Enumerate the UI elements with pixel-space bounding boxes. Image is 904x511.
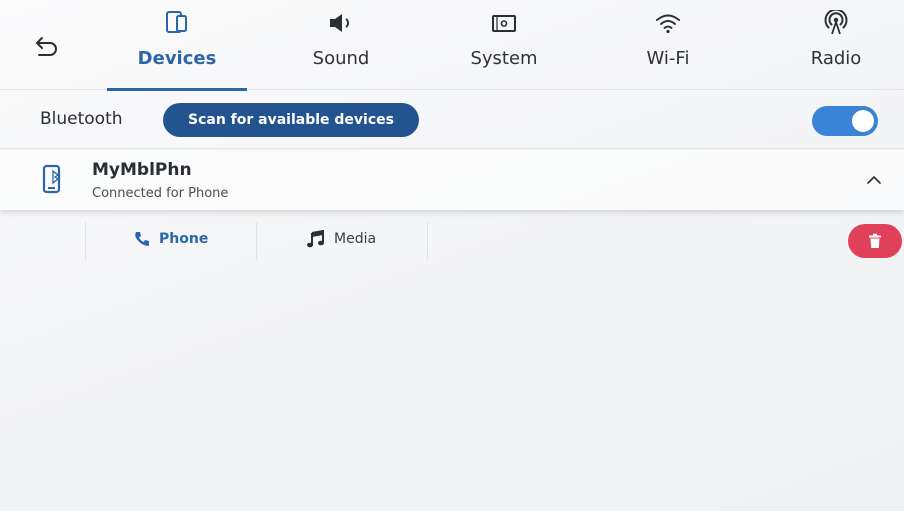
trash-icon — [869, 233, 881, 248]
tab-devices-label: Devices — [137, 48, 217, 69]
phone-profile-button[interactable]: Phone — [133, 224, 208, 254]
tab-system-label: System — [470, 48, 538, 69]
tab-sound-label: Sound — [312, 48, 370, 69]
profile-row: Phone Media — [0, 218, 904, 262]
bluetooth-phone-icon — [42, 164, 64, 198]
scan-devices-button[interactable]: Scan for available devices — [163, 103, 419, 137]
tab-wifi-label: Wi-Fi — [646, 48, 690, 69]
speaker-icon — [327, 10, 355, 36]
bluetooth-label: Bluetooth — [40, 109, 123, 129]
device-row[interactable]: MyMblPhn Connected for Phone — [0, 150, 904, 210]
media-profile-button[interactable]: Media — [306, 224, 376, 254]
divider — [256, 222, 257, 260]
divider — [427, 222, 428, 260]
wifi-icon — [654, 10, 682, 36]
tab-devices[interactable]: Devices — [107, 0, 247, 91]
bluetooth-row: Bluetooth Scan for available devices — [0, 91, 904, 149]
back-button[interactable] — [30, 30, 64, 64]
bluetooth-toggle[interactable] — [812, 106, 878, 136]
chevron-up-icon — [867, 176, 881, 184]
device-status: Connected for Phone — [92, 186, 229, 201]
divider — [85, 222, 86, 260]
tab-wifi[interactable]: Wi-Fi — [598, 0, 738, 90]
top-navigation: Devices Sound System Wi-Fi Radio — [0, 0, 904, 91]
tab-sound[interactable]: Sound — [271, 0, 411, 90]
system-icon — [490, 10, 518, 36]
toggle-knob — [852, 110, 874, 132]
delete-device-button[interactable] — [848, 224, 902, 258]
device-name: MyMblPhn — [92, 160, 192, 180]
phone-profile-label: Phone — [159, 231, 209, 247]
tab-system[interactable]: System — [434, 0, 574, 90]
radio-icon — [822, 10, 850, 36]
devices-icon — [165, 10, 189, 36]
phone-icon — [135, 232, 149, 246]
music-note-icon — [307, 230, 324, 248]
tab-radio[interactable]: Radio — [766, 0, 904, 90]
back-arrow-icon — [36, 37, 57, 56]
media-profile-label: Media — [334, 231, 377, 247]
collapse-button[interactable] — [862, 170, 886, 190]
tab-radio-label: Radio — [810, 48, 862, 69]
